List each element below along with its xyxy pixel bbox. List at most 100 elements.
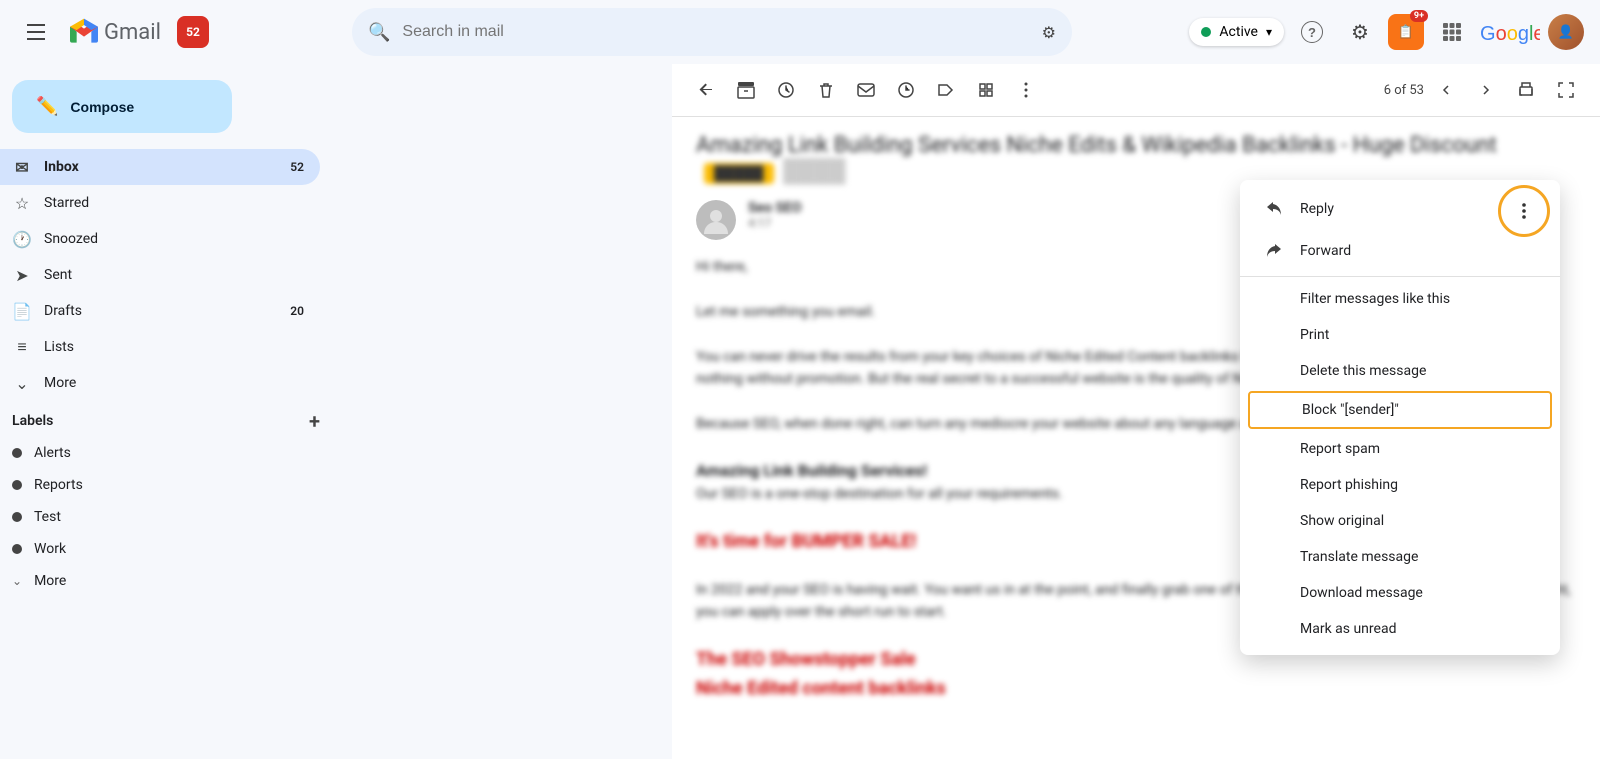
search-input[interactable] [402, 23, 1029, 41]
prev-email-button[interactable] [1428, 72, 1464, 108]
label-item-reports[interactable]: Reports [0, 469, 320, 501]
alerts-label: Alerts [34, 445, 71, 461]
sidebar-item-sent[interactable]: ➤ Sent [0, 257, 320, 293]
delete-label: Delete this message [1300, 363, 1426, 379]
menu-item-show-original[interactable]: Show original [1240, 503, 1560, 539]
search-options-icon[interactable]: ⚙ [1042, 23, 1056, 42]
menu-item-translate[interactable]: Translate message [1240, 539, 1560, 575]
label-button[interactable] [928, 72, 964, 108]
translate-label: Translate message [1300, 549, 1418, 565]
menu-item-delete[interactable]: Delete this message [1240, 353, 1560, 389]
test-dot [12, 512, 22, 522]
gmail-m-icon [68, 16, 100, 48]
sidebar-item-starred[interactable]: ☆ Starred [0, 185, 320, 221]
tasks-badge: 9+ [1410, 10, 1428, 22]
status-chevron-icon: ▾ [1266, 25, 1272, 39]
apps-button[interactable] [1432, 12, 1472, 52]
print-email-button[interactable] [1508, 72, 1544, 108]
three-dot-fab[interactable] [1498, 185, 1550, 237]
more-options-button[interactable] [1008, 72, 1044, 108]
more-label: More [44, 375, 76, 391]
drafts-badge: 20 [290, 304, 304, 318]
mark-unread-label: Mark as unread [1300, 621, 1396, 637]
menu-item-report-phishing[interactable]: Report phishing [1240, 467, 1560, 503]
forward-label: Forward [1300, 243, 1351, 259]
email-counter: 6 of 53 [1384, 72, 1584, 108]
label-item-test[interactable]: Test [0, 501, 320, 533]
sidebar-item-lists[interactable]: ≡ Lists [0, 329, 320, 365]
email-button[interactable] [848, 72, 884, 108]
sent-label: Sent [44, 267, 72, 283]
inbox-icon: ✉ [12, 158, 32, 177]
main-header: 🔍 ⚙ Active ▾ ? ⚙ 📋 9+ [336, 0, 1600, 64]
more-labels-icon: ⌄ [12, 574, 22, 588]
label-item-alerts[interactable]: Alerts [0, 437, 320, 469]
lists-label: Lists [44, 339, 74, 355]
menu-item-block[interactable]: Block "[sender]" [1248, 391, 1552, 429]
help-icon: ? [1301, 21, 1323, 43]
tasks-icon[interactable]: 📋 9+ [1388, 14, 1424, 50]
gmail-logo: Gmail [68, 16, 161, 48]
status-indicator[interactable]: Active ▾ [1189, 18, 1284, 46]
label-item-work[interactable]: Work [0, 533, 320, 565]
three-dot-icon [1522, 202, 1526, 220]
sidebar-item-inbox[interactable]: ✉ Inbox 52 [0, 149, 320, 185]
report-phishing-label: Report phishing [1300, 477, 1398, 493]
snoozed-label: Snoozed [44, 231, 98, 247]
label-item-more-labels[interactable]: ⌄ More [0, 565, 320, 597]
user-avatar[interactable]: 👤 [1548, 14, 1584, 50]
test-label: Test [34, 509, 61, 525]
starred-label: Starred [44, 195, 89, 211]
svg-text:Google: Google [1480, 23, 1540, 44]
labels-section-header: Labels + [0, 401, 336, 437]
delete-button[interactable] [808, 72, 844, 108]
menu-item-filter[interactable]: Filter messages like this [1240, 281, 1560, 317]
snoozed-icon: 🕐 [12, 230, 32, 249]
email-red3: Niche Edited content backlinks [696, 675, 1576, 704]
gmail-text: Gmail [104, 20, 161, 45]
google-logo: Google [1480, 20, 1540, 44]
reply-label: Reply [1300, 201, 1334, 217]
sender-avatar [696, 200, 736, 240]
drafts-icon: 📄 [12, 302, 32, 321]
labels-heading: Labels [12, 413, 53, 429]
sidebar-item-drafts[interactable]: 📄 Drafts 20 [0, 293, 320, 329]
counter-text: 6 of 53 [1384, 83, 1424, 98]
help-button[interactable]: ? [1292, 12, 1332, 52]
header-icons: Active ▾ ? ⚙ 📋 9+ [1189, 12, 1584, 52]
snooze-button[interactable] [768, 72, 804, 108]
menu-item-mark-unread[interactable]: Mark as unread [1240, 611, 1560, 647]
menu-item-download[interactable]: Download message [1240, 575, 1560, 611]
menu-item-forward[interactable]: Forward [1240, 230, 1560, 272]
avatar-initials: 👤 [1548, 14, 1584, 50]
hamburger-button[interactable] [16, 12, 56, 52]
sidebar: ✏️ Compose ✉ Inbox 52 ☆ Starred 🕐 Snooze… [0, 0, 336, 759]
status-label: Active [1219, 24, 1258, 40]
drafts-label: Drafts [44, 303, 82, 319]
back-button[interactable] [688, 72, 724, 108]
compose-button[interactable]: ✏️ Compose [12, 80, 232, 133]
download-label: Download message [1300, 585, 1423, 601]
add-label-button[interactable]: + [309, 409, 320, 433]
inbox-badge: 52 [290, 160, 304, 174]
menu-item-report-spam[interactable]: Report spam [1240, 431, 1560, 467]
sidebar-item-snoozed[interactable]: 🕐 Snoozed [0, 221, 320, 257]
move-button[interactable] [968, 72, 1004, 108]
forward-icon [1264, 240, 1284, 262]
archive-button[interactable] [728, 72, 764, 108]
status-dot [1201, 27, 1211, 37]
settings-button[interactable]: ⚙ [1340, 12, 1380, 52]
reports-label: Reports [34, 477, 83, 493]
lists-icon: ≡ [12, 337, 32, 357]
clock-button[interactable] [888, 72, 924, 108]
apps-grid-icon [1443, 23, 1461, 41]
compose-label: Compose [70, 99, 134, 115]
sent-icon: ➤ [12, 266, 32, 285]
sidebar-item-more[interactable]: ⌄ More [0, 365, 320, 401]
expand-email-button[interactable] [1548, 72, 1584, 108]
compose-icon: ✏️ [36, 96, 58, 117]
subject-extra: ████ [783, 159, 845, 184]
next-email-button[interactable] [1468, 72, 1504, 108]
search-bar[interactable]: 🔍 ⚙ [352, 8, 1072, 56]
menu-item-print[interactable]: Print [1240, 317, 1560, 353]
